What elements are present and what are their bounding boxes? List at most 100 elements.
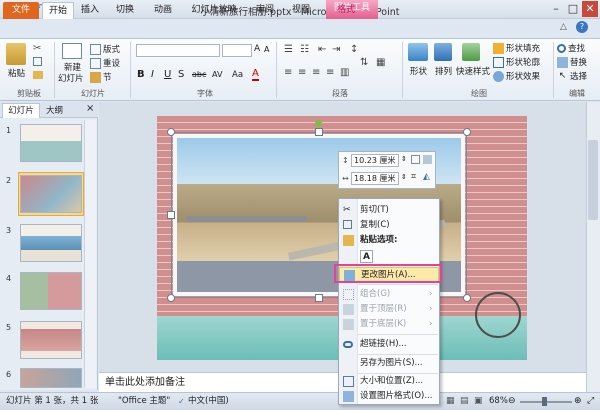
slide-thumbnail[interactable]: [20, 124, 82, 162]
shape-fill-button[interactable]: 形状填充: [493, 42, 540, 54]
resize-handle[interactable]: [463, 128, 471, 136]
new-slide-icon[interactable]: [62, 43, 82, 59]
replace-button[interactable]: 替换: [557, 56, 587, 68]
new-slide-label[interactable]: 幻灯片: [58, 72, 84, 84]
resize-handle[interactable]: [167, 294, 175, 302]
tab-slideshow[interactable]: 幻灯片放映: [184, 2, 244, 19]
resize-handle[interactable]: [315, 128, 323, 136]
theme-name[interactable]: "Office 主题": [118, 393, 170, 410]
quick-styles-icon[interactable]: [462, 43, 480, 61]
send-backward-icon[interactable]: [423, 155, 432, 164]
smartart-icon[interactable]: ▦: [376, 57, 385, 68]
align-left-icon[interactable]: ≡: [284, 67, 292, 78]
minimize-ribbon-icon[interactable]: △: [560, 22, 567, 32]
resize-handle[interactable]: [167, 211, 175, 219]
find-button[interactable]: 查找: [557, 42, 585, 54]
reading-view-icon[interactable]: ▤: [460, 393, 469, 410]
close-pane-icon[interactable]: ×: [86, 103, 94, 114]
pane-scrollbar[interactable]: [84, 120, 96, 388]
menu-item-hyperlink[interactable]: 超链接(H)...: [339, 337, 439, 352]
tab-format[interactable]: 格式: [328, 2, 364, 19]
slideshow-view-icon[interactable]: ▣: [474, 393, 483, 410]
strikethrough-button[interactable]: abc: [192, 70, 206, 79]
zoom-slider-thumb[interactable]: [542, 397, 547, 406]
paste-keep-source-icon[interactable]: A: [360, 250, 373, 263]
slide-thumbnail[interactable]: [20, 175, 82, 213]
resize-handle[interactable]: [315, 294, 323, 302]
slide-thumbnail[interactable]: [20, 224, 82, 262]
fit-to-window-icon[interactable]: ⤢: [587, 393, 594, 410]
font-name-select[interactable]: [136, 44, 220, 57]
resize-handle[interactable]: [167, 128, 175, 136]
width-input[interactable]: 18.18 厘米: [351, 172, 399, 185]
char-spacing-button[interactable]: AV: [212, 70, 222, 79]
shadow-button[interactable]: S: [178, 69, 184, 80]
cut-icon[interactable]: ✂: [33, 43, 41, 54]
quick-styles-button[interactable]: 快速样式: [456, 65, 490, 77]
shapes-button[interactable]: 形状: [410, 65, 427, 77]
shrink-font-icon[interactable]: A: [264, 45, 269, 54]
help-icon[interactable]: ?: [576, 21, 588, 33]
paste-button[interactable]: 粘贴: [8, 67, 25, 79]
reset-button[interactable]: 重设: [90, 57, 120, 69]
copy-icon[interactable]: [33, 57, 42, 66]
picture-styles-icon[interactable]: ◭: [423, 172, 430, 182]
line-spacing-icon[interactable]: ↕: [350, 44, 358, 55]
zoom-out-icon[interactable]: ⊖: [508, 393, 516, 410]
slide-thumbnail[interactable]: [20, 368, 82, 388]
grow-font-icon[interactable]: A: [254, 44, 260, 54]
tab-outline[interactable]: 大纲: [46, 104, 63, 116]
tab-file[interactable]: 文件: [3, 2, 39, 19]
scrollbar-thumb[interactable]: [588, 140, 598, 220]
menu-item-save-as-picture[interactable]: 另存为图片(S)...: [339, 356, 439, 371]
arrange-button[interactable]: 排列: [435, 65, 452, 77]
tab-review[interactable]: 审阅: [248, 2, 282, 19]
align-right-icon[interactable]: ≡: [312, 67, 320, 78]
menu-item-size-position[interactable]: 大小和位置(Z)...: [339, 374, 439, 389]
change-case-button[interactable]: Aa: [232, 70, 243, 80]
font-size-select[interactable]: [222, 44, 252, 57]
columns-icon[interactable]: ▥: [340, 67, 349, 78]
align-center-icon[interactable]: ≡: [298, 67, 306, 78]
bring-forward-icon[interactable]: [411, 155, 420, 164]
zoom-in-icon[interactable]: ⊕: [574, 393, 582, 410]
increase-indent-icon[interactable]: ⇥: [332, 44, 340, 55]
spellcheck-icon[interactable]: ✓: [178, 393, 185, 410]
tab-view[interactable]: 视图: [284, 2, 318, 19]
zoom-level[interactable]: 68%: [489, 393, 508, 410]
arrange-icon[interactable]: [434, 43, 452, 61]
minimize-icon[interactable]: –: [548, 1, 564, 17]
font-color-button[interactable]: A: [252, 68, 259, 81]
maximize-icon[interactable]: □: [565, 1, 581, 17]
close-icon[interactable]: ✕: [582, 1, 598, 17]
tab-slides[interactable]: 幻灯片: [2, 103, 40, 118]
format-painter-icon[interactable]: [33, 71, 43, 79]
bullets-icon[interactable]: ☰: [284, 44, 293, 55]
decrease-indent-icon[interactable]: ⇤: [318, 44, 326, 55]
bold-button[interactable]: B: [137, 69, 145, 80]
slide-thumbnail[interactable]: [20, 321, 82, 359]
spinner-icon[interactable]: ⇕: [401, 173, 407, 181]
menu-item-copy[interactable]: 复制(C): [339, 218, 439, 233]
tab-insert[interactable]: 插入: [76, 2, 104, 19]
paste-icon[interactable]: [6, 43, 26, 65]
crop-icon[interactable]: ⌗: [411, 172, 416, 182]
tab-home[interactable]: 开始: [42, 2, 74, 19]
select-button[interactable]: ↖ 选择: [557, 70, 587, 82]
shape-effects-button[interactable]: 形状效果: [493, 70, 540, 82]
justify-icon[interactable]: ≡: [326, 67, 334, 78]
resize-handle[interactable]: [463, 294, 471, 302]
spinner-icon[interactable]: ⇕: [401, 155, 407, 163]
underline-button[interactable]: U: [164, 69, 171, 80]
sorter-view-icon[interactable]: ▦: [446, 393, 455, 410]
height-input[interactable]: 10.23 厘米: [351, 154, 399, 167]
slide-thumbnail[interactable]: [20, 272, 82, 310]
tab-animations[interactable]: 动画: [146, 2, 180, 19]
text-direction-icon[interactable]: ⇅: [360, 57, 368, 68]
shapes-icon[interactable]: [408, 43, 428, 61]
section-button[interactable]: 节: [90, 71, 112, 83]
menu-item-cut[interactable]: ✂ 剪切(T): [339, 203, 439, 218]
italic-button[interactable]: I: [151, 69, 154, 80]
numbering-icon[interactable]: ☷: [300, 44, 309, 55]
rotate-handle[interactable]: [315, 120, 322, 127]
